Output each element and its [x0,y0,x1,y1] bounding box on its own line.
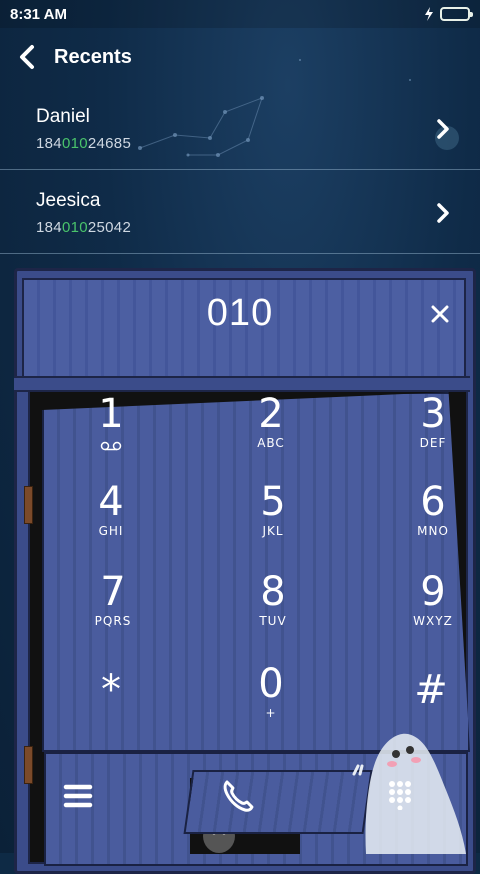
menu-button[interactable] [60,778,96,814]
battery-icon [440,7,473,21]
key-1[interactable]: 1 [66,392,156,472]
dialpad-toggle-button[interactable] [384,778,416,811]
contact-number: 18401024685 [36,135,132,152]
key-5[interactable]: 5 JKL [228,480,318,560]
bolt-icon [425,7,433,21]
key-6[interactable]: 6 MNO [388,480,478,560]
menu-icon [63,784,93,808]
dial-input[interactable]: 010 [140,292,340,340]
key-8[interactable]: 8 TUV [228,570,318,650]
app-header: Recents [0,28,480,86]
back-button[interactable] [0,28,54,86]
chevron-left-icon [20,45,34,69]
key-star[interactable]: * [66,668,156,748]
door-hinge [24,746,33,784]
key-9[interactable]: 9 WXYZ [388,570,478,650]
chevron-right-icon [437,203,449,223]
recent-item-jeesica[interactable]: Jeesica 18401025042 [0,170,480,254]
chevron-right-icon [437,119,449,139]
contact-name: Daniel [36,106,90,127]
status-bar: 8:31 AM [0,0,480,28]
key-3[interactable]: 3 DEF [388,392,478,472]
key-7[interactable]: 7 PQRS [68,570,158,650]
page-title: Recents [54,45,132,68]
key-4[interactable]: 4 GHI [66,480,156,560]
contact-name: Jeesica [36,190,101,211]
door-hinge [24,486,33,524]
hatch-lid [183,770,373,834]
voicemail-icon [100,441,122,451]
phone-icon [223,780,254,812]
key-0[interactable]: 0 + [226,662,316,742]
close-icon [431,305,449,323]
contact-number: 18401025042 [36,219,132,236]
key-2[interactable]: 2 ABC [226,392,316,472]
recent-item-daniel[interactable]: Daniel 18401024685 [0,86,480,170]
clear-button[interactable] [424,298,456,330]
call-button[interactable] [218,776,258,816]
dialpad-icon [389,781,411,811]
status-time: 8:31 AM [10,5,67,23]
